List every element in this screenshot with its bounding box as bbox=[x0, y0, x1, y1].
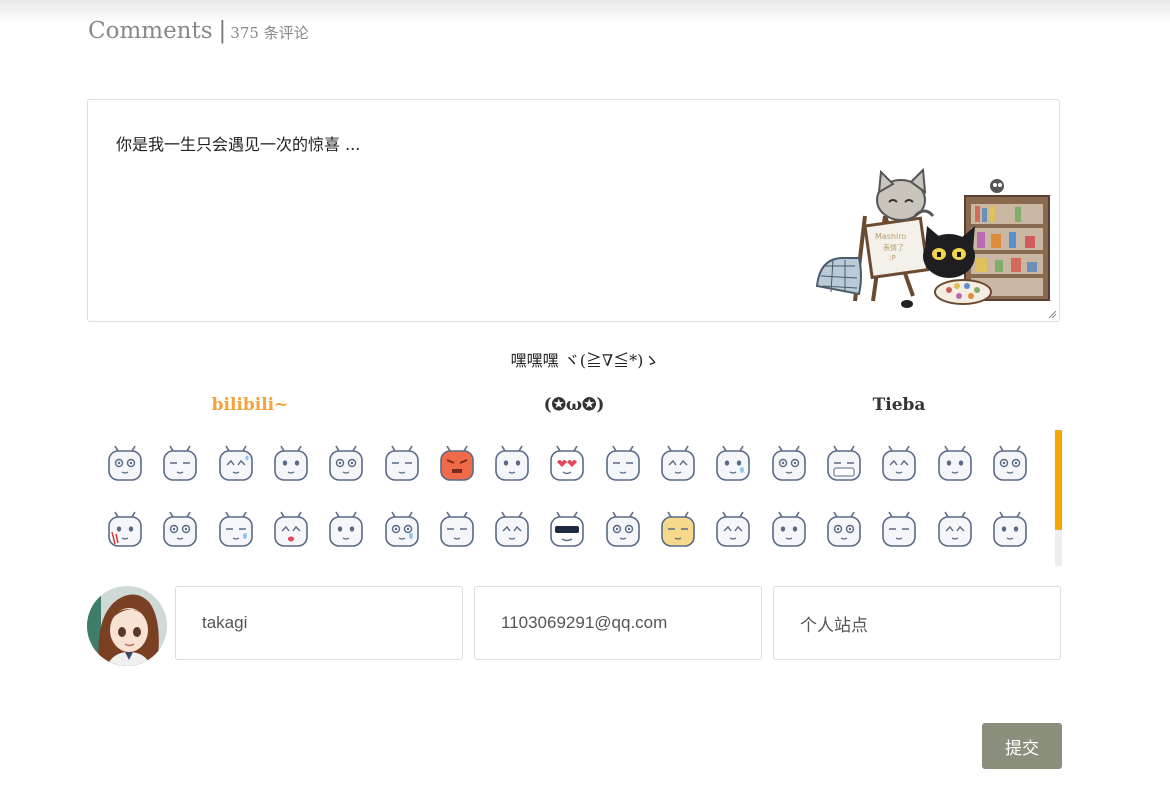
face-blank-icon[interactable] bbox=[770, 444, 808, 484]
face-content-icon[interactable] bbox=[604, 510, 642, 550]
emoji-toggle[interactable]: 嘿嘿嘿 ヾ(≧∇≦*)ゝ bbox=[0, 347, 1170, 371]
face-sob-icon[interactable] bbox=[217, 510, 255, 550]
avatar bbox=[87, 586, 167, 666]
face-angry-icon[interactable] bbox=[438, 444, 476, 484]
submit-button[interactable]: 提交 bbox=[982, 723, 1062, 769]
email-field[interactable]: 1103069291@qq.com bbox=[474, 586, 762, 660]
tab-bilibili[interactable]: bilibili~ bbox=[212, 395, 289, 415]
emoji-panel bbox=[98, 432, 1048, 566]
face-dizzy-icon[interactable] bbox=[714, 510, 752, 550]
face-scared-icon[interactable] bbox=[825, 510, 863, 550]
face-annoyed-icon[interactable] bbox=[604, 444, 642, 484]
face-round-eyes-icon[interactable] bbox=[106, 444, 144, 484]
face-shocked-icon[interactable] bbox=[272, 510, 310, 550]
face-shush-icon[interactable] bbox=[659, 444, 697, 484]
comment-placeholder: 你是我一生只会遇见一次的惊喜 ... bbox=[116, 135, 361, 154]
comment-count: 375 条评论 bbox=[230, 24, 309, 42]
emoji-scrollbar-thumb[interactable] bbox=[1055, 430, 1062, 530]
face-sweat-icon[interactable] bbox=[217, 444, 255, 484]
face-surprised-icon[interactable] bbox=[936, 444, 974, 484]
face-mask-icon[interactable] bbox=[825, 444, 863, 484]
tab-kaomoji[interactable]: (✪ω✪) bbox=[544, 395, 605, 415]
resize-handle-icon[interactable] bbox=[1047, 309, 1057, 319]
face-sick-icon[interactable] bbox=[659, 510, 697, 550]
emoji-scrollbar[interactable] bbox=[1055, 430, 1062, 566]
comments-header: Comments | 375 条评论 bbox=[88, 18, 309, 44]
face-calm-icon[interactable] bbox=[991, 444, 1029, 484]
face-frustrated-icon[interactable] bbox=[161, 510, 199, 550]
face-squint-icon[interactable] bbox=[272, 444, 310, 484]
face-sleepy-icon[interactable] bbox=[493, 444, 531, 484]
face-tear-icon[interactable] bbox=[714, 444, 752, 484]
face-stare-icon[interactable] bbox=[161, 444, 199, 484]
mascot-illustration: Mashiro 表情了 :P bbox=[815, 167, 1050, 308]
comment-textarea[interactable]: 你是我一生只会遇见一次的惊喜 ... Mashiro 表情了 :P bbox=[87, 99, 1060, 322]
face-confused-icon[interactable] bbox=[770, 510, 808, 550]
comments-title: Comments bbox=[88, 18, 213, 44]
tab-tieba[interactable]: Tieba bbox=[873, 395, 926, 415]
face-sleeping-icon[interactable] bbox=[438, 510, 476, 550]
face-ghost-icon[interactable] bbox=[880, 444, 918, 484]
face-smile-icon[interactable] bbox=[936, 510, 974, 550]
face-thinking-icon[interactable] bbox=[327, 510, 365, 550]
face-bleeding-icon[interactable] bbox=[106, 510, 144, 550]
face-laugh-icon[interactable] bbox=[880, 510, 918, 550]
site-field[interactable]: 个人站点 bbox=[773, 586, 1061, 660]
face-wink-icon[interactable] bbox=[991, 510, 1029, 550]
face-tearful-icon[interactable] bbox=[383, 510, 421, 550]
sign-text-2: 表情了 bbox=[883, 243, 904, 252]
sign-text-3: :P bbox=[889, 254, 896, 262]
face-sunglasses-icon[interactable] bbox=[548, 510, 586, 550]
name-field[interactable]: takagi bbox=[175, 586, 463, 660]
face-grin-icon[interactable] bbox=[493, 510, 531, 550]
emoji-tabs: bilibili~ (✪ω✪) Tieba bbox=[0, 395, 1170, 419]
face-cry-icon[interactable] bbox=[327, 444, 365, 484]
avatar-image bbox=[87, 586, 167, 666]
sign-text-1: Mashiro bbox=[875, 232, 906, 241]
title-separator: | bbox=[218, 18, 227, 44]
face-smirk-icon[interactable] bbox=[383, 444, 421, 484]
face-heart-eyes-icon[interactable] bbox=[548, 444, 586, 484]
